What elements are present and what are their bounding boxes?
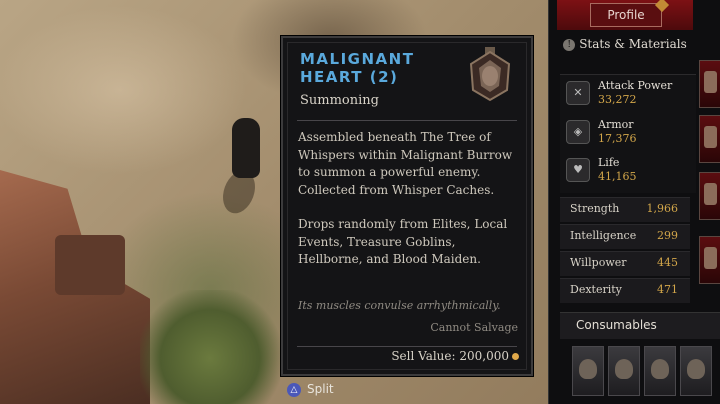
tooltip-divider <box>297 120 517 121</box>
stat-label: Armor <box>598 118 634 131</box>
sell-value: Sell Value: 200,000 <box>391 349 519 363</box>
item-description: Assembled beneath The Tree of Whispers w… <box>298 129 520 286</box>
attribute-label: Dexterity <box>570 283 622 296</box>
description-paragraph: Assembled beneath The Tree of Whispers w… <box>298 130 513 197</box>
attribute-label: Intelligence <box>570 229 637 242</box>
item-type: Summoning <box>300 93 379 108</box>
attribute-value: 299 <box>657 229 678 242</box>
consumable-slot[interactable] <box>608 346 640 396</box>
attribute-row-strength[interactable]: Strength 1,966 <box>560 197 690 222</box>
crossed-swords-icon: ✕ <box>566 81 590 105</box>
item-name: MALIGNANT HEART (2) <box>300 50 415 86</box>
equipment-item-icon <box>704 183 717 205</box>
attribute-value: 445 <box>657 256 678 269</box>
salvage-status: Cannot Salvage <box>430 321 518 334</box>
equipment-item-icon <box>704 71 717 93</box>
equipment-item-icon <box>704 126 717 148</box>
info-icon: ! <box>563 38 576 51</box>
item-tooltip: MALIGNANT HEART (2) Summoning Assembled … <box>281 36 533 376</box>
shield-icon: ◈ <box>566 120 590 144</box>
consumable-slot[interactable] <box>572 346 604 396</box>
equipment-item-icon <box>704 247 717 269</box>
profile-button[interactable]: Profile <box>590 3 662 27</box>
consumable-item-icon <box>579 359 597 379</box>
equipment-slot[interactable] <box>699 236 720 284</box>
item-flavor-text: Its muscles convulse arrhythmically. <box>298 299 501 312</box>
consumable-item-icon <box>687 359 705 379</box>
sell-value-text: Sell Value: 200,000 <box>391 349 509 363</box>
stat-label: Attack Power <box>598 79 673 92</box>
split-action[interactable]: △ Split <box>287 382 334 397</box>
stat-value: 41,165 <box>598 170 637 183</box>
attribute-row-willpower[interactable]: Willpower 445 <box>560 251 690 276</box>
malignant-heart-icon <box>469 47 511 102</box>
equipment-slot[interactable] <box>699 60 720 108</box>
stat-value: 17,376 <box>598 132 637 145</box>
stats-title: Stats & Materials <box>579 37 687 51</box>
equipment-slot[interactable] <box>699 115 720 163</box>
wandering-creature <box>232 118 260 178</box>
attribute-row-intelligence[interactable]: Intelligence 299 <box>560 224 690 249</box>
consumable-item-icon <box>615 359 633 379</box>
grass-patch <box>140 290 280 404</box>
core-stats: ✕ Attack Power 33,272 ◈ Armor 17,376 ♥ L… <box>560 74 696 193</box>
consumable-slot[interactable] <box>644 346 676 396</box>
attribute-label: Willpower <box>570 256 627 269</box>
attribute-row-dexterity[interactable]: Dexterity 471 <box>560 278 690 303</box>
gold-coin-icon <box>512 353 519 360</box>
heart-icon: ♥ <box>566 158 590 182</box>
description-paragraph: Drops randomly from Elites, Local Events… <box>298 217 508 266</box>
consumables-label: Consumables <box>576 318 657 332</box>
attribute-label: Strength <box>570 202 620 215</box>
consumable-item-icon <box>651 359 669 379</box>
stat-label: Life <box>598 156 620 169</box>
equipment-slot[interactable] <box>699 172 720 220</box>
rubble-block <box>55 235 125 295</box>
triangle-button-icon: △ <box>287 382 301 397</box>
stat-value: 33,272 <box>598 93 637 106</box>
attribute-value: 1,966 <box>646 202 679 215</box>
tooltip-divider <box>297 346 517 347</box>
consumables-header[interactable]: Consumables <box>560 312 720 339</box>
stats-materials-button[interactable]: ! Stats & Materials <box>560 36 690 72</box>
split-label: Split <box>307 382 334 396</box>
attribute-value: 471 <box>657 283 678 296</box>
consumable-slot[interactable] <box>680 346 712 396</box>
